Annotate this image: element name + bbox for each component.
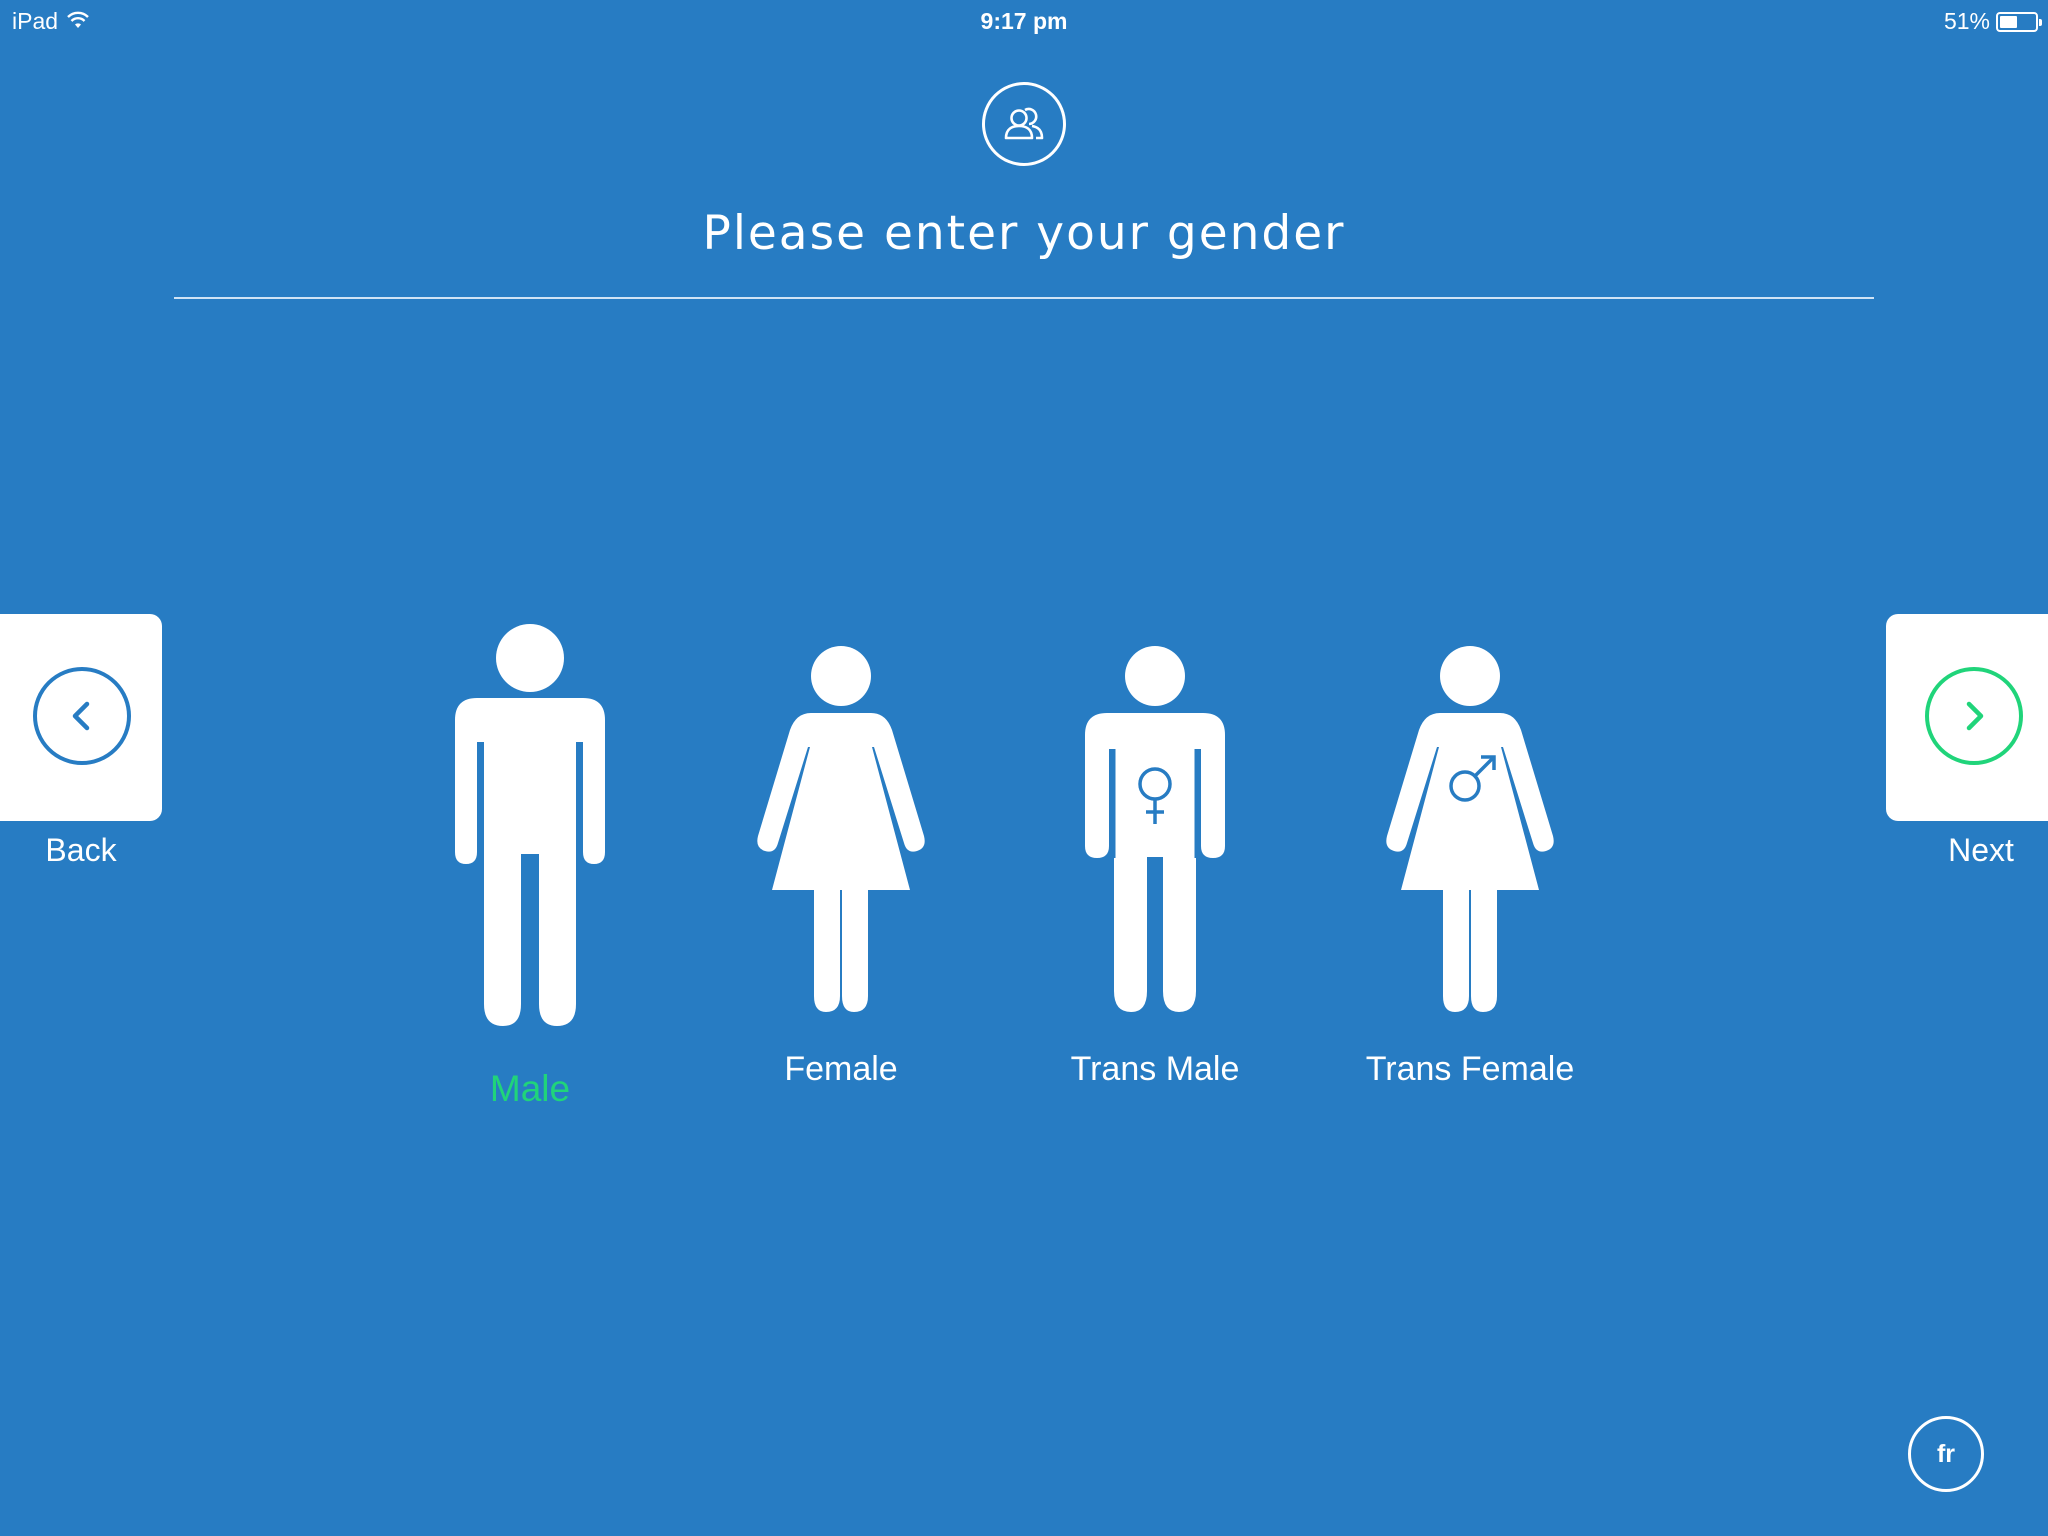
page-title: Please enter your gender: [702, 206, 1346, 261]
trans-male-figure-icon: [1085, 646, 1225, 1012]
back-label[interactable]: Back: [0, 832, 162, 869]
next-button[interactable]: [1886, 614, 2048, 821]
people-icon: [982, 82, 1066, 166]
status-time: 9:17 pm: [980, 8, 1068, 34]
option-trans-male[interactable]: Trans Male: [1055, 646, 1255, 1089]
next-circle[interactable]: [1925, 667, 2023, 765]
header-divider: [174, 297, 1874, 299]
language-label: fr: [1936, 1439, 1956, 1468]
option-label-female[interactable]: Female: [784, 1050, 897, 1089]
option-male[interactable]: Male: [430, 624, 630, 1110]
female-figure-icon: [757, 646, 925, 1012]
back-circle[interactable]: [33, 667, 131, 765]
trans-female-figure-icon: [1386, 646, 1554, 1012]
chevron-right-icon: [1966, 701, 1984, 731]
option-trans-female[interactable]: Trans Female: [1366, 646, 1574, 1089]
status-bar-right: 51%: [1943, 8, 2042, 35]
option-label-male[interactable]: Male: [490, 1068, 570, 1110]
option-label-trans-female[interactable]: Trans Female: [1366, 1050, 1574, 1089]
battery-icon: [1996, 11, 2042, 32]
option-female[interactable]: Female: [741, 646, 941, 1089]
male-figure-icon: [455, 624, 605, 1026]
battery-percent: 51%: [1943, 8, 1990, 34]
next-label[interactable]: Next: [1900, 832, 2048, 869]
battery-fill: [2000, 15, 2018, 28]
language-button[interactable]: fr: [1908, 1416, 1984, 1492]
status-bar: iPad 9:17 pm 51%: [0, 0, 2048, 40]
back-button[interactable]: [0, 614, 162, 821]
option-label-trans-male[interactable]: Trans Male: [1071, 1050, 1240, 1089]
chevron-left-icon: [72, 701, 90, 731]
